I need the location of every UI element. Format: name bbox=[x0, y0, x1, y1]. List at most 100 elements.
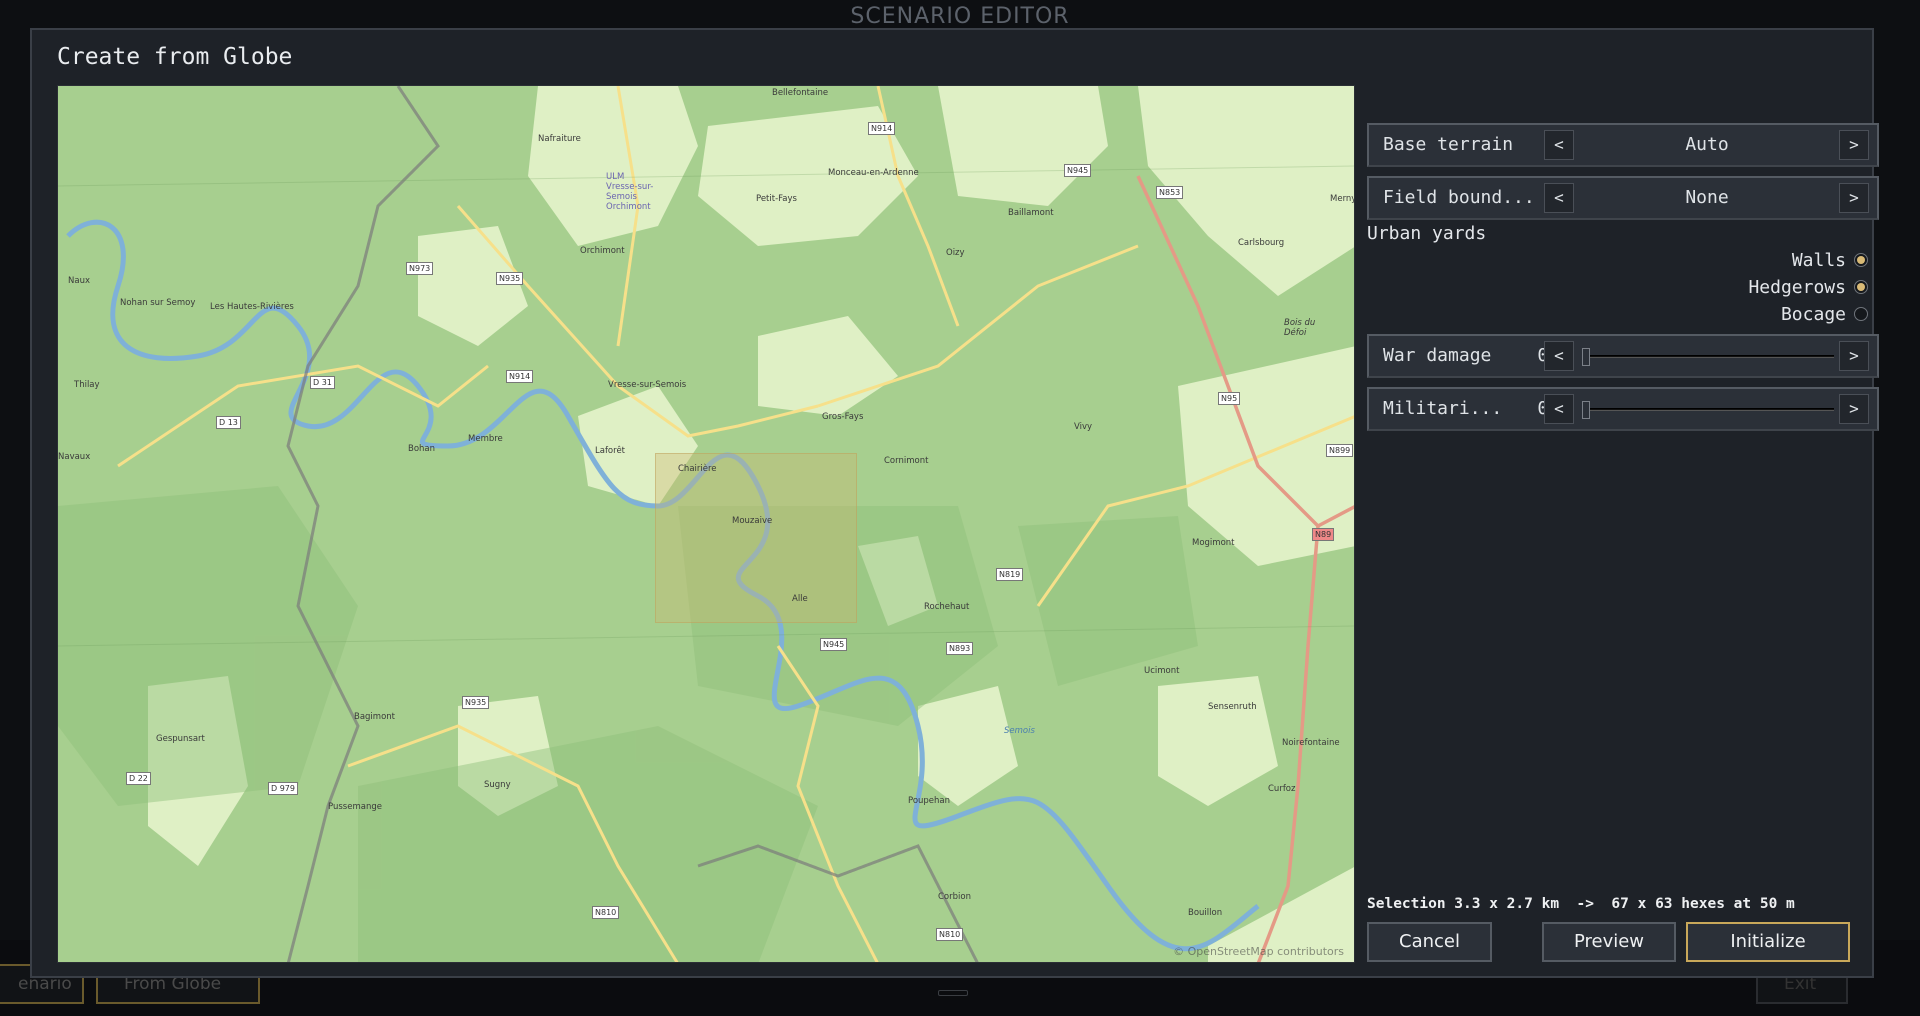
road-shield: N810 bbox=[592, 906, 620, 919]
war-damage-row: War damage 0% < > bbox=[1367, 334, 1879, 378]
war-damage-slider[interactable] bbox=[1582, 348, 1834, 366]
military-increase-button[interactable]: > bbox=[1839, 394, 1869, 424]
place-label: Cornimont bbox=[884, 456, 929, 466]
place-label: Corbion bbox=[938, 892, 971, 902]
place-label: Vresse-sur-Semois bbox=[608, 380, 687, 390]
initialize-button[interactable]: Initialize bbox=[1686, 922, 1850, 962]
app-title: SCENARIO EDITOR bbox=[850, 4, 1070, 29]
place-label: Carlsbourg bbox=[1238, 238, 1285, 248]
field-bound-value: None bbox=[1685, 187, 1729, 208]
place-label: Navaux bbox=[58, 452, 91, 462]
place-label: Thilay bbox=[74, 380, 100, 390]
road-shield: N945 bbox=[1064, 164, 1092, 177]
place-label: Poupehan bbox=[908, 796, 951, 806]
background-handle bbox=[938, 990, 968, 996]
preview-button[interactable]: Preview bbox=[1542, 922, 1676, 962]
walls-radio[interactable] bbox=[1854, 253, 1868, 267]
bocage-radio[interactable] bbox=[1854, 307, 1868, 321]
river-label: Semois bbox=[1004, 726, 1035, 736]
place-label: Sensenruth bbox=[1208, 702, 1257, 712]
road-shield: D 979 bbox=[268, 782, 298, 795]
place-label: Oizy bbox=[946, 248, 965, 258]
hedgerows-option[interactable]: Hedgerows bbox=[1748, 275, 1868, 299]
road-shield: N945 bbox=[820, 638, 848, 651]
place-label: Nafraiture bbox=[538, 134, 581, 144]
place-label: Bouillon bbox=[1188, 908, 1223, 918]
walls-label: Walls bbox=[1791, 249, 1846, 271]
road-shield: N935 bbox=[462, 696, 490, 709]
place-label: Mogimont bbox=[1192, 538, 1235, 548]
place-label: Pussemange bbox=[328, 802, 382, 812]
field-bound-next-button[interactable]: > bbox=[1839, 183, 1869, 213]
place-label: Gespunsart bbox=[156, 734, 205, 744]
field-bound-row: Field bound... < None > bbox=[1367, 176, 1879, 220]
place-label: Merny bbox=[1330, 194, 1355, 204]
place-label: Sugny bbox=[484, 780, 511, 790]
road-shield: D 22 bbox=[126, 772, 151, 785]
road-shield: N893 bbox=[946, 642, 974, 655]
place-label: Naux bbox=[68, 276, 90, 286]
bocage-label: Bocage bbox=[1780, 303, 1846, 325]
place-label: Laforêt bbox=[595, 446, 626, 456]
map-attribution: © OpenStreetMap contributors bbox=[1173, 945, 1344, 958]
create-from-globe-dialog: Create from Globe Bellefontaine Nafraitu… bbox=[30, 28, 1879, 978]
place-label: Bagimont bbox=[354, 712, 395, 722]
military-slider[interactable] bbox=[1582, 401, 1834, 419]
place-label: Rochehaut bbox=[924, 602, 970, 612]
base-terrain-label: Base terrain bbox=[1383, 134, 1514, 155]
place-label: Bohan bbox=[408, 444, 436, 454]
road-shield: N853 bbox=[1156, 186, 1184, 199]
base-terrain-value: Auto bbox=[1685, 134, 1729, 155]
field-bound-prev-button[interactable]: < bbox=[1544, 183, 1574, 213]
base-terrain-prev-button[interactable]: < bbox=[1544, 130, 1574, 160]
urban-yards-label: Urban yards bbox=[1367, 223, 1487, 244]
place-label: Nohan sur Semoy bbox=[120, 298, 196, 308]
place-label: Chairière bbox=[678, 464, 717, 474]
place-label: Ucimont bbox=[1144, 666, 1180, 676]
place-label: Petit-Fays bbox=[756, 194, 797, 204]
war-damage-label: War damage bbox=[1383, 345, 1492, 366]
selection-summary: Selection 3.3 x 2.7 km -> 67 x 63 hexes … bbox=[1367, 896, 1795, 912]
place-label: ULM Vresse-sur-Semois Orchimont bbox=[606, 172, 654, 212]
road-shield: N89 bbox=[1312, 528, 1335, 541]
military-slider-thumb[interactable] bbox=[1582, 401, 1590, 419]
place-label: Les Hautes-Rivières bbox=[210, 302, 294, 312]
road-shield: N819 bbox=[996, 568, 1024, 581]
place-label: Membre bbox=[468, 434, 503, 444]
war-damage-increase-button[interactable]: > bbox=[1839, 341, 1869, 371]
dialog-title: Create from Globe bbox=[57, 44, 293, 70]
place-label: Vivy bbox=[1074, 422, 1093, 432]
place-label: Noirefontaine bbox=[1282, 738, 1340, 748]
road-shield: N973 bbox=[406, 262, 434, 275]
war-damage-slider-thumb[interactable] bbox=[1582, 348, 1590, 366]
selection-rectangle[interactable] bbox=[655, 453, 857, 623]
walls-option[interactable]: Walls bbox=[1792, 248, 1868, 272]
place-label: Bois du Défoi bbox=[1284, 318, 1316, 338]
road-shield: N899 bbox=[1326, 444, 1354, 457]
place-label: Alle bbox=[792, 594, 808, 604]
place-label: Curfoz bbox=[1268, 784, 1296, 794]
war-damage-decrease-button[interactable]: < bbox=[1544, 341, 1574, 371]
place-label: Orchimont bbox=[580, 246, 625, 256]
cancel-button[interactable]: Cancel bbox=[1367, 922, 1492, 962]
place-label: Mouzaive bbox=[732, 516, 773, 526]
base-terrain-next-button[interactable]: > bbox=[1839, 130, 1869, 160]
place-label: Bellefontaine bbox=[772, 88, 829, 98]
globe-map[interactable]: Bellefontaine Nafraiture ULM Vresse-sur-… bbox=[57, 85, 1355, 963]
road-shield: D 13 bbox=[216, 416, 241, 429]
bocage-option[interactable]: Bocage bbox=[1781, 302, 1868, 326]
place-label: Monceau-en-Ardenne bbox=[828, 168, 919, 178]
road-shield: N935 bbox=[496, 272, 524, 285]
military-label: Militari... bbox=[1383, 398, 1503, 419]
road-shield: N95 bbox=[1218, 392, 1241, 405]
military-decrease-button[interactable]: < bbox=[1544, 394, 1574, 424]
road-shield: N914 bbox=[506, 370, 534, 383]
military-row: Militari... 0% < > bbox=[1367, 387, 1879, 431]
road-shield: N810 bbox=[936, 928, 964, 941]
road-shield: N914 bbox=[868, 122, 896, 135]
hedgerows-radio[interactable] bbox=[1854, 280, 1868, 294]
base-terrain-row: Base terrain < Auto > bbox=[1367, 123, 1879, 167]
road-shield: D 31 bbox=[310, 376, 335, 389]
field-bound-label: Field bound... bbox=[1383, 187, 1535, 208]
hedgerows-label: Hedgerows bbox=[1748, 276, 1846, 298]
